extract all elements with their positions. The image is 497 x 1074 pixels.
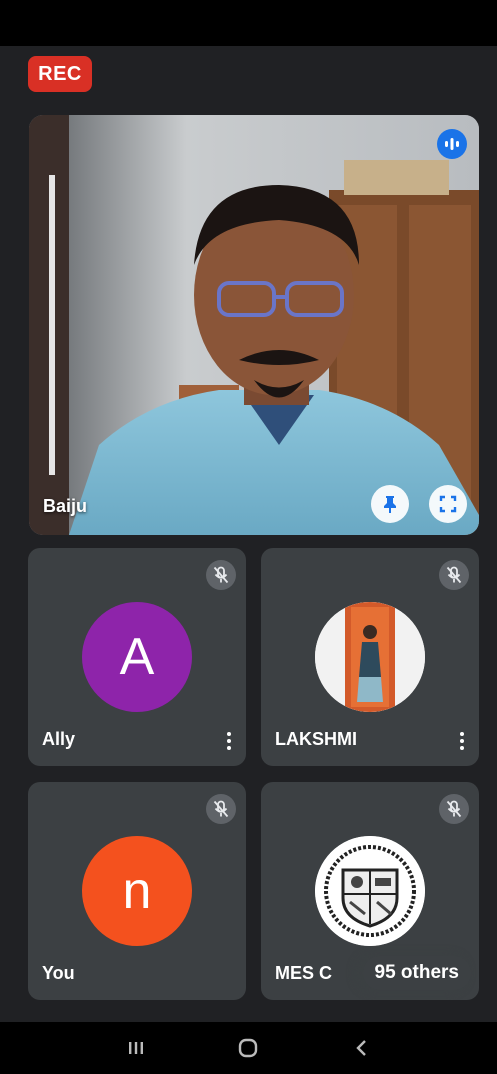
others-count-badge[interactable]: 95 others xyxy=(362,956,471,990)
avatar: n xyxy=(82,836,192,946)
mic-off-icon xyxy=(206,794,236,824)
participant-tile-you[interactable]: n You xyxy=(28,782,246,1000)
home-icon[interactable] xyxy=(228,1028,268,1068)
participant-tile-mes[interactable]: MES C 95 others xyxy=(261,782,479,1000)
avatar-letter: A xyxy=(119,628,155,686)
recents-icon[interactable] xyxy=(116,1028,156,1068)
participant-name: Ally xyxy=(42,729,76,749)
main-video-tile[interactable]: Baiju xyxy=(29,115,479,535)
participant-name: LAKSHMI xyxy=(275,729,357,749)
participant-name: MES C xyxy=(275,963,333,983)
more-options-icon[interactable] xyxy=(453,728,471,754)
mic-off-icon xyxy=(206,560,236,590)
participant-tile-ally[interactable]: A Ally xyxy=(28,548,246,766)
fullscreen-icon[interactable] xyxy=(429,485,467,523)
pin-icon[interactable] xyxy=(371,485,409,523)
speaker-video xyxy=(29,115,479,535)
avatar: A xyxy=(82,602,192,712)
avatar xyxy=(315,602,425,712)
system-nav-bar xyxy=(0,1022,497,1074)
status-bar xyxy=(0,0,497,46)
avatar-letter: n xyxy=(122,862,152,920)
more-options-icon[interactable] xyxy=(220,728,238,754)
audio-wave-icon xyxy=(437,129,467,159)
mic-off-icon xyxy=(439,560,469,590)
back-icon[interactable] xyxy=(341,1028,381,1068)
mic-off-icon xyxy=(439,794,469,824)
participant-name: You xyxy=(42,963,75,983)
avatar xyxy=(315,836,425,946)
recording-badge: REC xyxy=(28,56,92,92)
main-speaker-name: Baiju xyxy=(43,496,88,516)
participant-tile-lakshmi[interactable]: LAKSHMI xyxy=(261,548,479,766)
